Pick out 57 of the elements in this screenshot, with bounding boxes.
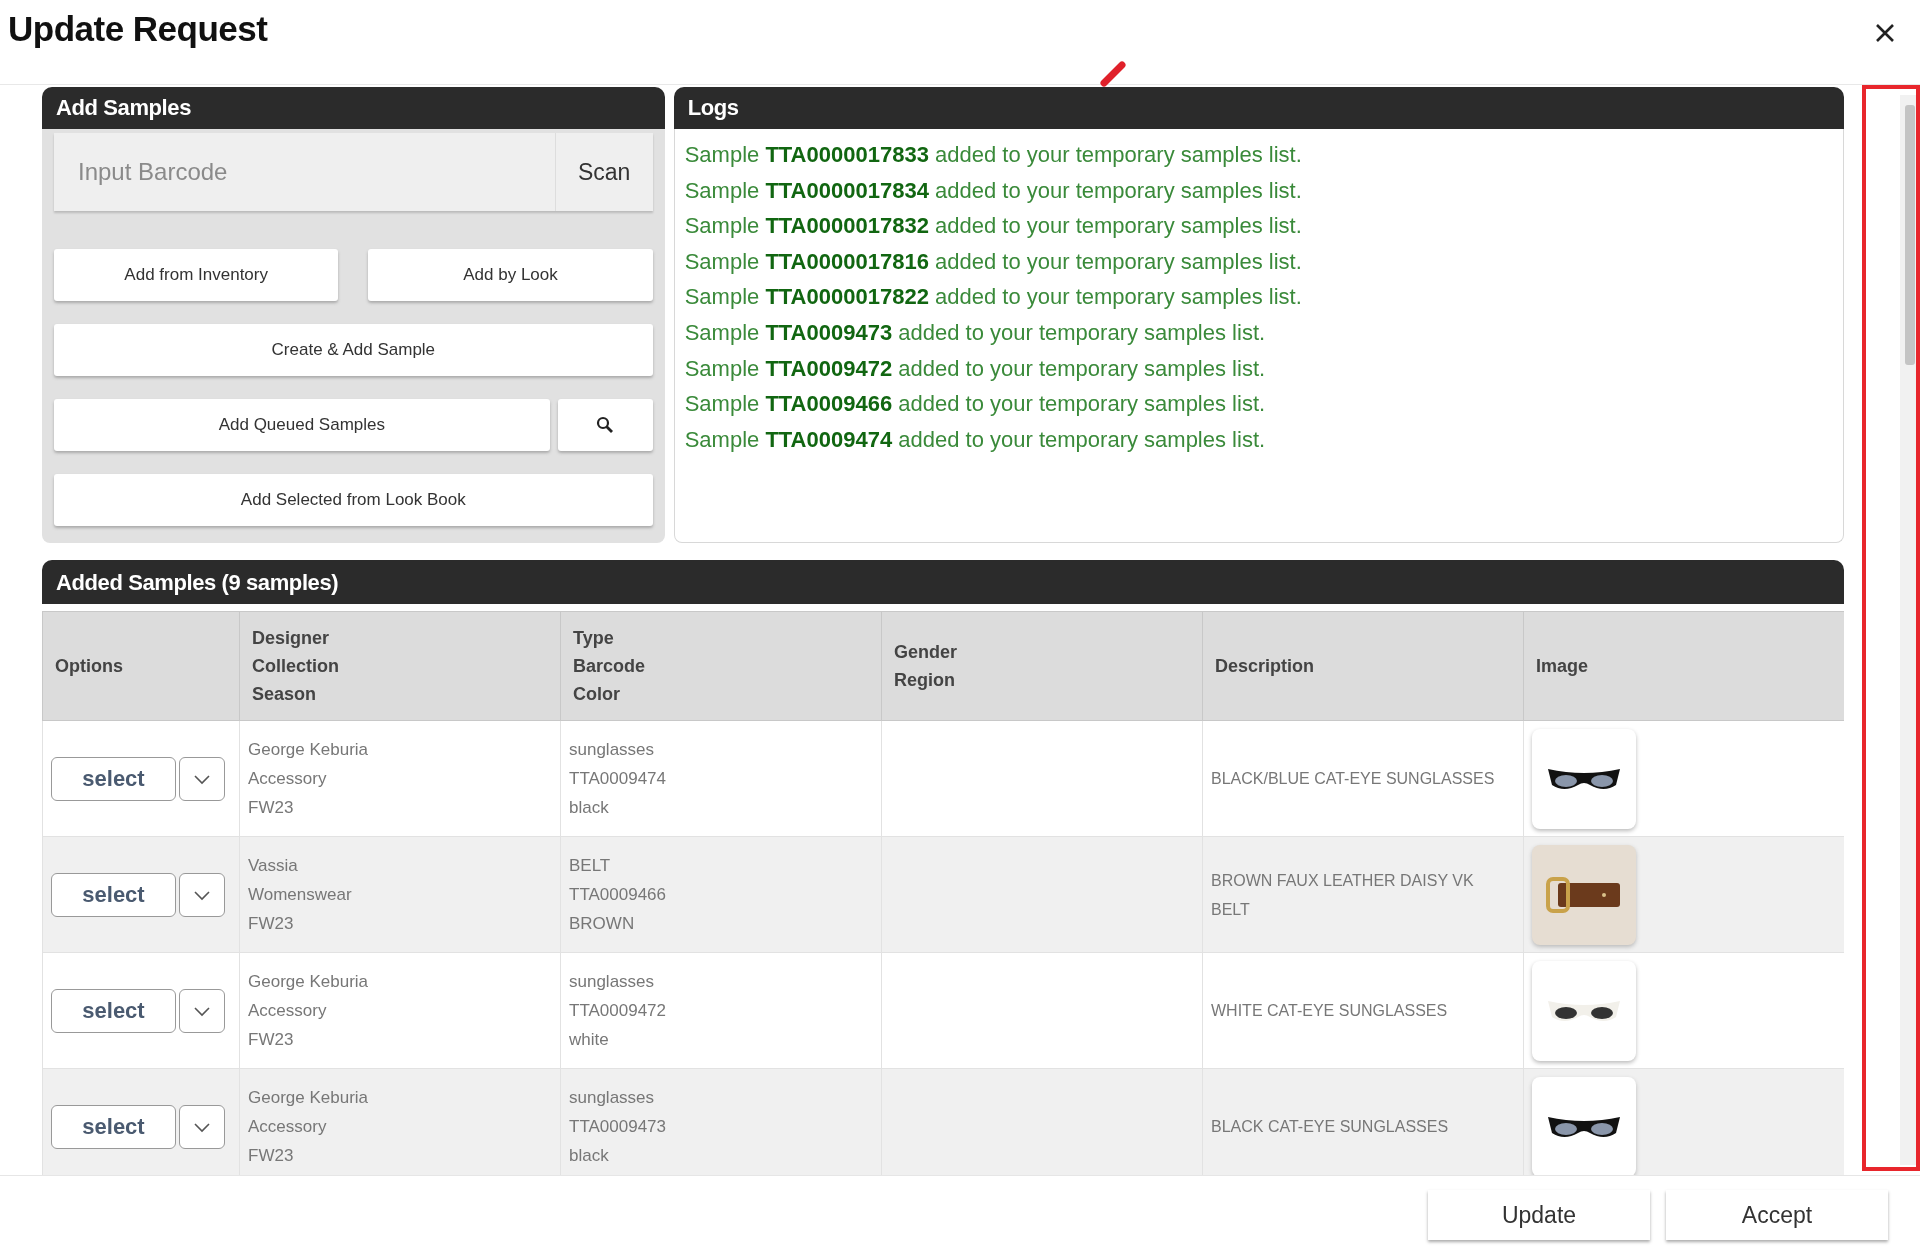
table-cell: BROWN FAUX LEATHER DAISY VK BELT [1202,836,1524,953]
log-entry: Sample TTA0009466 added to your temporary samples list. [684,390,1267,419]
table-cell: BLACK CAT-EYE SUNGLASSES [1202,1068,1524,1175]
scan-button[interactable]: Scan [554,133,653,211]
column-header: Designer Collection Season [239,611,561,721]
chevron-down-icon [193,888,211,901]
log-entry: Sample TTA0009474 added to your temporary samples list. [684,425,1267,454]
table-cell: WHITE CAT-EYE SUNGLASSES [1202,952,1524,1069]
section-header: Added Samples (9 samples) [42,560,1844,604]
column-header: Description [1202,611,1524,721]
add-queued-samples-button[interactable]: Add Queued Samples [54,399,550,451]
table-cell: sunglasses TTA0009473 black [560,1068,882,1175]
dropdown-button[interactable] [179,1104,225,1149]
scrollbar-thumb[interactable] [1905,105,1915,365]
select-button[interactable]: select [51,988,176,1033]
barcode-field[interactable]: Input Barcode Scan [54,133,653,211]
search-icon [596,416,615,434]
column-header: Gender Region [881,611,1203,721]
panel-header: Add Samples [42,87,665,129]
table-cell: BELT TTA0009466 BROWN [560,836,882,953]
chevron-down-icon [193,1004,211,1017]
table-cell: George Keburia Accessory FW23 [239,1068,561,1175]
log-entry: Sample TTA0000017834 added to your temporary samples list. [684,176,1303,205]
select-button[interactable]: select [51,1104,176,1149]
table-cell: sunglasses TTA0009474 black [560,720,882,837]
panel-header: Logs [673,87,1844,129]
table-cell: George Keburia Accessory FW23 [239,952,561,1069]
log-entry: Sample TTA0000017816 added to your temporary samples list. [684,247,1303,276]
column-header: Type Barcode Color [560,611,882,721]
footer-button[interactable]: Accept [1666,1190,1888,1240]
footer-button[interactable]: Update [1428,1190,1650,1240]
log-entry: Sample TTA0000017832 added to your temporary samples list. [684,212,1303,241]
dropdown-button[interactable] [179,756,225,801]
search-button[interactable] [557,399,653,451]
select-button[interactable]: select [51,872,176,917]
log-entry: Sample TTA0009472 added to your temporary samples list. [684,354,1267,383]
dropdown-button[interactable] [179,988,225,1033]
table-cell: Vassia Womenswear FW23 [239,836,561,953]
log-entry: Sample TTA0000017833 added to your temporary samples list. [684,141,1303,169]
column-header: Options [42,611,240,721]
dialog-title: Update Request [8,9,268,49]
add-from-inventory-button[interactable]: Add from Inventory [54,249,339,301]
dropdown-button[interactable] [179,872,225,917]
table-cell: sunglasses TTA0009472 white [560,952,882,1069]
create-add-sample-button[interactable]: Create & Add Sample [54,324,653,376]
chevron-down-icon [193,1120,211,1133]
select-button[interactable]: select [51,756,176,801]
table-cell: George Keburia Accessory FW23 [239,720,561,837]
column-header: Image [1523,611,1844,721]
log-entry: Sample TTA0009473 added to your temporary samples list. [684,318,1267,347]
chevron-down-icon [193,772,211,785]
log-entry: Sample TTA0000017822 added to your temporary samples list. [684,283,1303,312]
table-cell: BLACK/BLUE CAT-EYE SUNGLASSES [1202,720,1524,837]
add-from-look-book-button[interactable]: Add Selected from Look Book [54,474,653,526]
pen-mark [1098,59,1128,89]
add-by-look-button[interactable]: Add by Look [368,249,653,301]
close-icon [1874,22,1896,44]
